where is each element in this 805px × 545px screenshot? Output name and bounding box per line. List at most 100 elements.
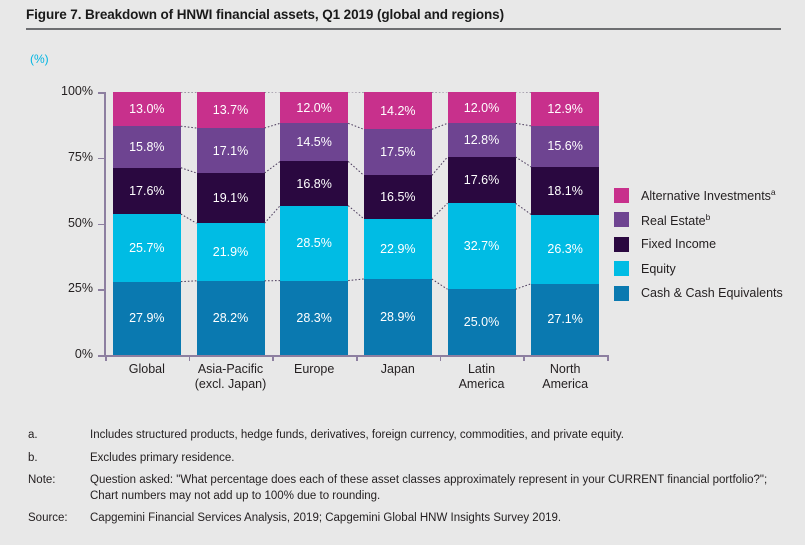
footnote-text: Capgemini Financial Services Analysis, 2…	[90, 512, 562, 524]
legend-label: Alternative Investmentsa	[641, 187, 776, 204]
bar-segment[interactable]: 17.6%	[112, 167, 181, 215]
bar-segment[interactable]: 14.2%	[363, 92, 432, 130]
legend-footnote-marker: a	[770, 187, 776, 198]
y-axis-tick-label: 50%	[67, 215, 93, 230]
bar-north-america[interactable]: 27.1% 26.3% 18.1% 15.6% 12.9%	[531, 92, 600, 355]
bar-segment[interactable]: 12.8%	[447, 123, 516, 157]
bar-segment[interactable]: 27.9%	[112, 281, 181, 355]
bar-segment-value: 16.5%	[380, 190, 416, 205]
bar-segment[interactable]: 17.1%	[196, 128, 265, 173]
bar-segment[interactable]: 19.1%	[196, 173, 265, 224]
x-axis-tick	[105, 355, 107, 361]
legend-swatch	[614, 261, 629, 277]
x-axis-tick	[439, 355, 442, 361]
bar-segment-value: 12.0%	[296, 100, 332, 115]
bar-segment-value: 14.2%	[380, 103, 416, 118]
y-axis-tick-label: 75%	[67, 149, 93, 164]
bar-segment[interactable]: 18.1%	[531, 166, 600, 215]
bar-segment[interactable]: 12.9%	[531, 92, 600, 126]
legend-item-fixed-income[interactable]: Fixed Income	[614, 232, 804, 257]
bar-segment-value: 12.0%	[463, 100, 500, 115]
footnote-text: Question asked: "What percentage does ea…	[90, 474, 768, 502]
y-axis-tick	[98, 223, 105, 225]
chart-plot-area: 27.9% 25.7% 17.6% 15.8% 13.0% 28.2% 21.9% 19.1%…	[105, 91, 607, 355]
y-axis-tick-label: 0%	[74, 347, 93, 361]
x-axis-tick	[607, 355, 609, 361]
bar-segment[interactable]: 12.0%	[447, 91, 516, 124]
x-axis-tick	[523, 355, 525, 361]
bar-segment-value: 32.7%	[463, 239, 500, 254]
bar-segment-value: 15.8%	[129, 139, 165, 154]
bar-segment-value: 28.5%	[296, 236, 332, 251]
bar-segment-value: 17.1%	[212, 143, 249, 158]
legend-swatch	[614, 187, 629, 203]
legend-item-cash-cash-equivalents[interactable]: Cash & Cash Equivalents	[614, 281, 804, 306]
bar-segment-value: 19.1%	[212, 191, 249, 206]
title-divider	[26, 28, 781, 30]
bar-segment[interactable]: 15.8%	[112, 126, 181, 168]
bar-segment[interactable]: 25.7%	[112, 214, 181, 282]
bar-segment[interactable]: 28.9%	[363, 278, 432, 355]
bar-segment-value: 14.5%	[296, 135, 332, 150]
footnote-row: b. Excludes primary residence.	[28, 451, 788, 467]
bar-segment[interactable]: 14.5%	[280, 123, 349, 162]
bar-segment[interactable]: 28.2%	[196, 280, 265, 355]
legend-footnote-marker: b	[705, 211, 711, 222]
bar-segment-value: 13.0%	[129, 102, 165, 117]
bar-segment[interactable]: 16.8%	[280, 161, 349, 206]
legend-label: Real Estateb	[641, 211, 711, 228]
bar-asia-pacific-excl-japan[interactable]: 28.2% 21.9% 19.1% 17.1% 13.7%	[196, 92, 265, 355]
bar-segment-value: 22.9%	[380, 241, 416, 256]
bar-segment[interactable]: 15.6%	[531, 125, 600, 167]
footnote-text: Excludes primary residence.	[90, 451, 235, 464]
bar-segment[interactable]: 32.7%	[447, 203, 516, 290]
bar-segment-value: 13.7%	[212, 103, 249, 117]
bar-segment[interactable]: 17.5%	[363, 129, 432, 176]
y-axis-tick	[98, 355, 105, 357]
bar-segment-value: 27.1%	[547, 312, 583, 327]
footnote-row: a. Includes structured products, hedge fu…	[28, 428, 788, 444]
bar-latin-america[interactable]: 25.0% 32.7% 17.6% 12.8% 12.0%	[447, 91, 516, 355]
y-axis-tick	[98, 289, 105, 291]
x-axis-tick	[272, 355, 274, 361]
bar-segment-value: 17.5%	[380, 145, 416, 160]
bar-segment[interactable]: 28.3%	[280, 280, 349, 355]
page-title: Figure 7. Breakdown of HNWI financial as…	[26, 7, 504, 22]
bar-segment-value: 16.8%	[296, 176, 332, 191]
bar-segment[interactable]: 16.5%	[363, 175, 432, 219]
bar-segment[interactable]: 26.3%	[531, 214, 600, 284]
legend-swatch	[614, 212, 629, 228]
y-axis-tick	[98, 92, 105, 94]
bar-segment-value: 12.8%	[463, 133, 500, 148]
bar-segment-value: 18.1%	[547, 183, 583, 198]
footnote-key: b.	[28, 451, 38, 464]
x-axis-category-label-line: North	[549, 362, 581, 376]
bar-segment[interactable]: 21.9%	[196, 223, 265, 281]
bar-segment[interactable]: 13.0%	[112, 92, 181, 127]
bar-segment[interactable]: 17.6%	[447, 156, 516, 204]
legend-item-real-estate[interactable]: Real Estateb	[614, 208, 804, 233]
footnote-key: a.	[28, 429, 38, 441]
unit-label: (%)	[30, 52, 49, 66]
bar-segment[interactable]: 28.5%	[280, 205, 349, 281]
x-axis-category-label-line: (excl. Japan)	[194, 377, 267, 391]
bar-europe[interactable]: 28.3% 28.5% 16.8% 14.5% 12.0%	[280, 91, 349, 355]
bar-segment-value: 21.9%	[212, 245, 249, 260]
bar-segment[interactable]: 22.9%	[363, 218, 432, 279]
bar-segment[interactable]: 13.7%	[196, 92, 265, 129]
legend-item-equity[interactable]: Equity	[614, 257, 804, 282]
legend-item-alternative-investments[interactable]: Alternative Investmentsa	[614, 183, 804, 208]
y-axis-tick	[98, 157, 105, 160]
bar-segment-value: 27.9%	[129, 311, 165, 326]
bar-segment-value: 25.7%	[129, 240, 165, 255]
footnotes: a. Includes structured products, hedge fu…	[28, 428, 788, 534]
bar-segment[interactable]: 12.0%	[280, 91, 349, 124]
bar-segment[interactable]: 27.1%	[531, 283, 600, 355]
footnote-row: Note: Question asked: "What percentage do…	[28, 473, 788, 504]
legend-swatch	[614, 285, 629, 301]
legend-label: Cash & Cash Equivalents	[641, 286, 783, 301]
bar-global[interactable]: 27.9% 25.7% 17.6% 15.8% 13.0%	[112, 92, 181, 355]
legend-swatch	[614, 236, 629, 252]
bar-japan[interactable]: 28.9% 22.9% 16.5% 17.5% 14.2%	[363, 92, 432, 355]
bar-segment[interactable]: 25.0%	[447, 289, 516, 355]
